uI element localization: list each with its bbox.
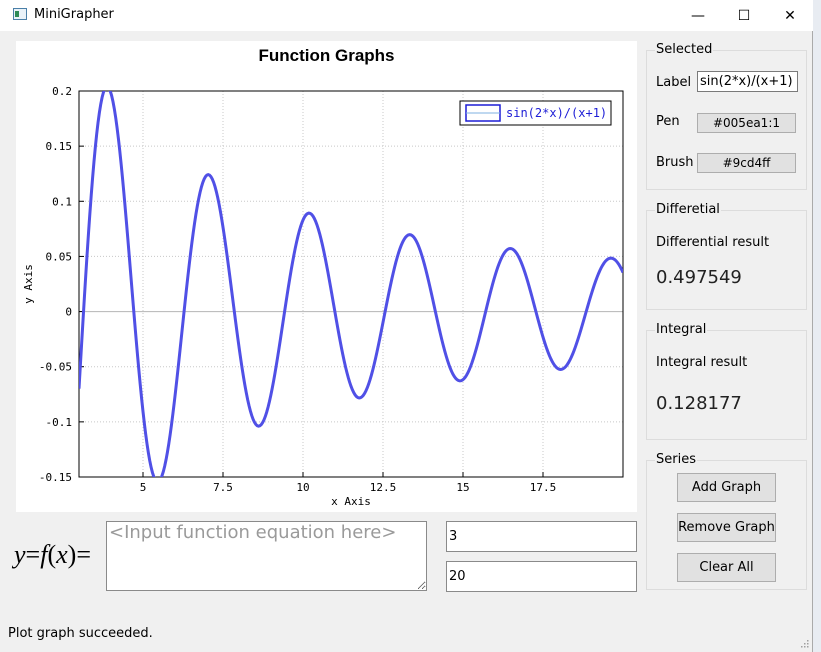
resize-grip-icon[interactable] [799, 638, 809, 648]
differential-group-title: Differetial [655, 202, 721, 217]
y-tick-label: 0.1 [52, 195, 72, 208]
selected-group-title: Selected [655, 42, 714, 57]
minimize-icon: — [691, 7, 705, 24]
differential-group: Differetial Differential result 0.497549 [646, 202, 807, 310]
y-axis-label: y Axis [22, 264, 35, 304]
pen-color-button[interactable]: #005ea1:1 [697, 113, 796, 133]
y-tick-label: -0.15 [39, 471, 72, 484]
maximize-button[interactable]: ☐ [721, 0, 767, 31]
differential-value: 0.497549 [656, 267, 742, 288]
y-tick-label: 0.2 [52, 85, 72, 98]
x-tick-label: 12.5 [370, 481, 397, 494]
equation-input[interactable] [106, 521, 427, 591]
integral-group-title: Integral [655, 322, 708, 337]
x-tick-label: 10 [296, 481, 309, 494]
close-button[interactable]: ✕ [767, 0, 813, 31]
status-bar: Plot graph succeeded. [0, 622, 813, 652]
main-window: MiniGrapher — ☐ ✕ Function Graphs 5 7.5 10… [0, 0, 813, 652]
y-tick-label: -0.05 [39, 361, 72, 374]
brush-color-button[interactable]: #9cd4ff [697, 153, 796, 173]
series-group-title: Series [655, 452, 697, 467]
x-tick-label: 5 [140, 481, 147, 494]
range-start-input[interactable] [446, 521, 637, 552]
selected-group: Selected Label Pen #005ea1:1 Brush #9cd4… [646, 42, 807, 190]
status-text: Plot graph succeeded. [8, 626, 153, 641]
integral-caption: Integral result [656, 355, 748, 370]
x-axis-label: x Axis [331, 495, 371, 508]
add-graph-button[interactable]: Add Graph [677, 473, 776, 502]
close-icon: ✕ [784, 7, 796, 24]
clear-all-button[interactable]: Clear All [677, 553, 776, 582]
maximize-icon: ☐ [737, 7, 751, 24]
desktop-background [813, 0, 821, 652]
remove-graph-button[interactable]: Remove Graph [677, 513, 776, 542]
integral-value: 0.128177 [656, 393, 742, 414]
series-group: Series Add Graph Remove Graph Clear All [646, 452, 807, 590]
minimize-button[interactable]: — [675, 0, 721, 31]
app-icon [13, 8, 27, 20]
plot-canvas[interactable]: 5 7.5 10 12.5 15 17.5 -0.15 -0.1 -0.05 0 0.05 0.1 0.… [16, 41, 637, 512]
y-tick-label: 0.05 [46, 250, 73, 263]
y-tick-label: 0.15 [46, 140, 73, 153]
plot-frame [78, 90, 624, 478]
window-title: MiniGrapher [34, 7, 114, 22]
legend-label: sin(2*x)/(x+1) [506, 106, 607, 120]
integral-group: Integral Integral result 0.128177 [646, 322, 807, 440]
x-tick-label: 7.5 [213, 481, 233, 494]
label-caption: Label [656, 75, 692, 90]
plot-panel[interactable]: Function Graphs 5 7.5 10 12.5 15 17.5 -0.15 -0.… [16, 41, 637, 512]
equation-prefix: y=f(x)= [14, 540, 91, 569]
pen-caption: Pen [656, 114, 680, 129]
x-tick-label: 15 [456, 481, 469, 494]
brush-caption: Brush [656, 155, 694, 170]
label-field[interactable] [697, 71, 798, 92]
y-tick-label: 0 [65, 306, 72, 319]
differential-caption: Differential result [656, 235, 770, 250]
title-bar[interactable]: MiniGrapher — ☐ ✕ [0, 0, 813, 31]
range-end-input[interactable] [446, 561, 637, 592]
y-tick-label: -0.1 [46, 416, 73, 429]
x-tick-label: 17.5 [530, 481, 557, 494]
